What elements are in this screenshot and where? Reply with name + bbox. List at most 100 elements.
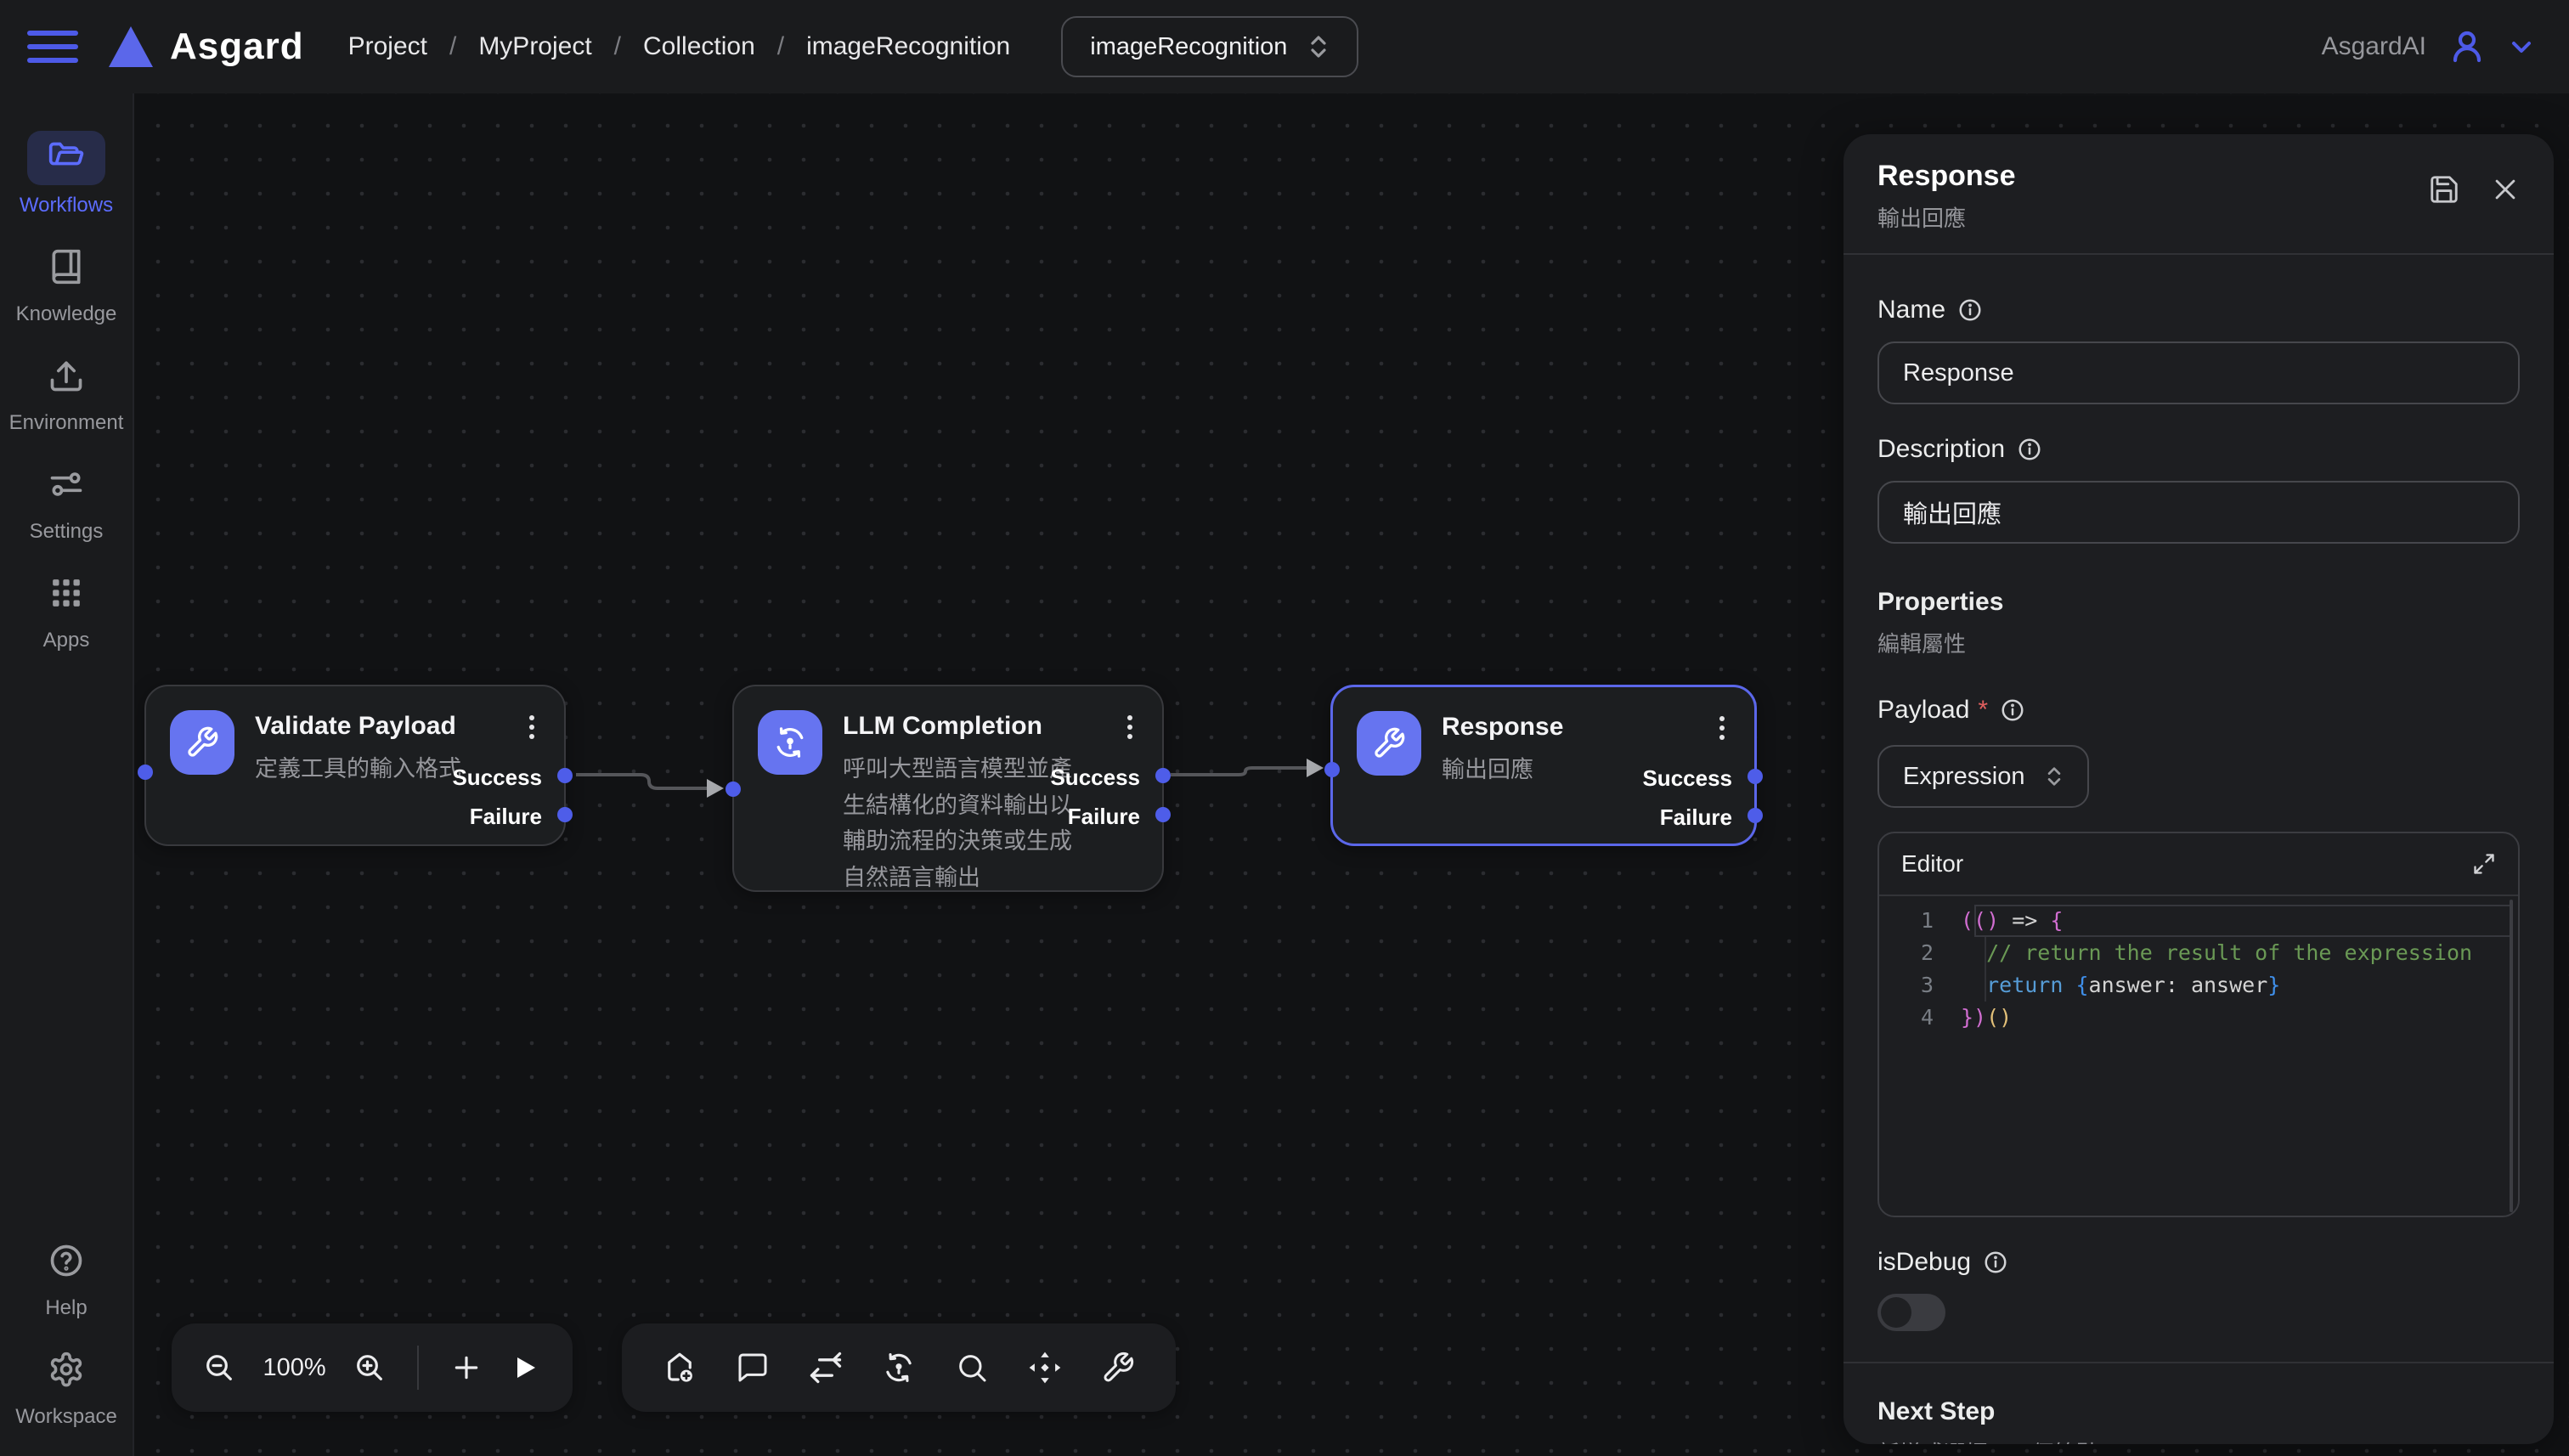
payload-label: Payload <box>1877 696 1969 725</box>
breadcrumb-myproject[interactable]: MyProject <box>478 32 591 61</box>
port-label-failure: Failure <box>1660 804 1732 831</box>
app-window: Asgard Project / MyProject / Collection … <box>0 0 2569 1456</box>
breadcrumb-imagerecognition[interactable]: imageRecognition <box>806 32 1010 61</box>
search-icon[interactable] <box>951 1347 992 1388</box>
line-number: 2 <box>1879 937 1961 969</box>
menu-hamburger-icon[interactable] <box>27 21 78 72</box>
sidebar-item-label: Help <box>45 1296 87 1320</box>
node-menu-kebab-icon[interactable] <box>1118 712 1142 742</box>
port-failure-handle[interactable] <box>1747 808 1763 823</box>
wrench-icon <box>1357 711 1421 776</box>
llm-refresh-bulb-icon <box>758 710 822 775</box>
chevrons-up-down-icon <box>1307 33 1330 60</box>
run-play-button[interactable] <box>507 1347 542 1388</box>
isdebug-label-row: isDebug <box>1877 1248 2520 1277</box>
next-step-subtitle: 新增或選擇下一個節點 <box>1877 1436 2520 1444</box>
breadcrumb-project[interactable]: Project <box>348 32 427 61</box>
breadcrumb-separator: / <box>449 32 456 61</box>
save-icon[interactable] <box>2428 173 2460 206</box>
folder-icon <box>48 139 85 177</box>
section-divider <box>1843 1362 2554 1363</box>
chevron-down-icon[interactable] <box>2508 33 2535 60</box>
wrench-icon[interactable] <box>1098 1347 1138 1388</box>
expand-icon[interactable] <box>2472 852 2496 876</box>
name-label-row: Name <box>1877 296 2520 324</box>
required-asterisk: * <box>1978 696 1988 725</box>
name-input[interactable] <box>1877 341 2520 404</box>
help-circle-icon <box>48 1242 85 1279</box>
node-validate-payload[interactable]: Validate Payload 定義工具的輸入格式 Success Failu… <box>144 685 566 846</box>
port-failure-handle[interactable] <box>1155 807 1171 822</box>
port-input-handle[interactable] <box>138 765 153 780</box>
line-number: 1 <box>1879 905 1961 937</box>
line-number: 3 <box>1879 969 1961 1002</box>
gear-icon <box>48 1351 85 1388</box>
code-area[interactable]: 1 (() => { 2 // return the result of the… <box>1879 896 2518 1216</box>
toolbar-divider <box>417 1346 419 1390</box>
info-icon[interactable] <box>1983 1250 2008 1275</box>
workflow-select[interactable]: imageRecognition <box>1061 16 1358 77</box>
payload-type-select[interactable]: Expression <box>1877 745 2089 808</box>
node-response[interactable]: Response 輸出回應 Success Failure <box>1330 685 1757 846</box>
top-navbar: Asgard Project / MyProject / Collection … <box>0 0 2569 93</box>
llm-refresh-bulb-icon[interactable] <box>878 1347 919 1388</box>
comment-icon[interactable] <box>732 1347 773 1388</box>
node-menu-kebab-icon[interactable] <box>1710 713 1734 743</box>
sidebar-item-settings[interactable]: Settings <box>27 457 105 544</box>
sidebar-item-label: Workflows <box>20 194 113 217</box>
port-success-handle[interactable] <box>557 768 573 783</box>
node-title: Validate Payload <box>255 712 456 741</box>
breadcrumb-collection[interactable]: Collection <box>643 32 755 61</box>
brand-logo[interactable]: Asgard <box>109 25 304 68</box>
info-icon[interactable] <box>1957 297 1983 323</box>
isdebug-toggle[interactable] <box>1877 1294 1945 1331</box>
brand-name: Asgard <box>170 25 304 68</box>
panel-subtitle: 輸出回應 <box>1877 201 2016 233</box>
sidebar-item-label: Environment <box>9 411 124 435</box>
edge-arrowhead <box>1307 759 1324 777</box>
port-label-success: Success <box>452 765 542 791</box>
move-icon[interactable] <box>1025 1347 1065 1388</box>
sidebar-item-label: Apps <box>43 629 90 652</box>
sliders-icon <box>48 466 85 503</box>
node-menu-kebab-icon[interactable] <box>520 712 544 742</box>
add-button[interactable] <box>449 1347 484 1388</box>
properties-subtitle: 編輯屬性 <box>1877 627 2520 658</box>
info-icon[interactable] <box>2017 437 2042 462</box>
node-llm-completion[interactable]: LLM Completion 呼叫大型語言模型並產生結構化的資料輸出以輔助流程的… <box>732 685 1164 892</box>
sidebar-item-workflows[interactable]: Workflows <box>20 131 113 217</box>
isdebug-label: isDebug <box>1877 1248 1971 1277</box>
tools-toolbar <box>622 1323 1176 1412</box>
sidebar-item-label: Workspace <box>15 1405 117 1429</box>
name-label: Name <box>1877 296 1945 324</box>
zoom-out-button[interactable] <box>202 1347 237 1388</box>
close-icon[interactable] <box>2491 175 2520 204</box>
port-input-handle[interactable] <box>1324 762 1340 777</box>
port-failure-handle[interactable] <box>557 807 573 822</box>
add-node-icon[interactable] <box>659 1347 700 1388</box>
node-title: LLM Completion <box>843 712 1042 741</box>
book-icon <box>48 248 85 285</box>
sidebar-item-workspace[interactable]: Workspace <box>15 1342 117 1429</box>
description-input[interactable] <box>1877 481 2520 544</box>
chevrons-up-down-icon <box>2045 764 2064 789</box>
sidebar-item-help[interactable]: Help <box>27 1233 105 1320</box>
properties-title: Properties <box>1877 588 2520 617</box>
sidebar-item-knowledge[interactable]: Knowledge <box>16 240 117 326</box>
description-label: Description <box>1877 435 2005 464</box>
navbar-right: AsgardAI <box>2322 26 2535 67</box>
editor-scrollbar[interactable] <box>2510 900 2513 1212</box>
user-avatar-icon[interactable] <box>2447 26 2487 67</box>
port-success-handle[interactable] <box>1155 768 1171 783</box>
info-icon[interactable] <box>2000 697 2025 723</box>
swap-arrows-icon[interactable] <box>805 1347 846 1388</box>
code-line-2: 2 // return the result of the expression <box>1879 937 2518 969</box>
sidebar-item-environment[interactable]: Environment <box>9 348 124 435</box>
payload-label-row: Payload * <box>1877 696 2520 725</box>
port-input-handle[interactable] <box>726 782 741 797</box>
sidebar-item-apps[interactable]: Apps <box>27 566 105 652</box>
zoom-in-button[interactable] <box>353 1347 387 1388</box>
breadcrumb: Project / MyProject / Collection / image… <box>348 32 1011 61</box>
sidebar-item-label: Knowledge <box>16 302 117 326</box>
port-success-handle[interactable] <box>1747 769 1763 784</box>
